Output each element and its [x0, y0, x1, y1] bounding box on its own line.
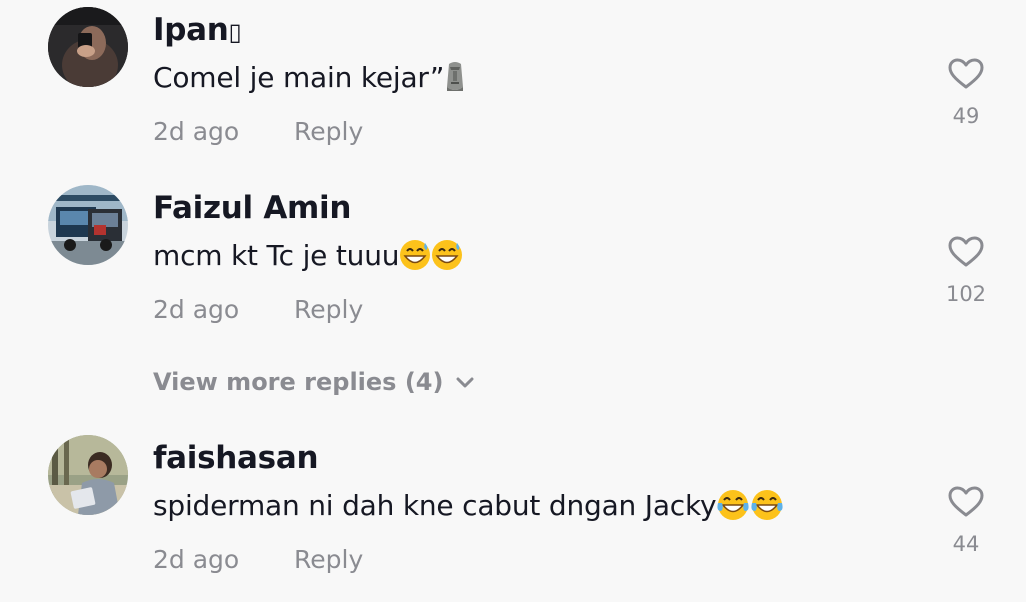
timestamp: 2d ago [153, 545, 240, 574]
reply-button[interactable]: Reply [294, 295, 363, 324]
username[interactable]: Faizul Amin [153, 190, 351, 226]
heart-icon [948, 58, 984, 89]
username-text: Ipan [153, 12, 229, 48]
username[interactable]: faishasan [153, 440, 319, 476]
like-button[interactable]: 102 [936, 236, 996, 306]
like-button[interactable]: 44 [936, 486, 996, 556]
like-count: 102 [945, 282, 987, 306]
reply-button[interactable]: Reply [294, 117, 363, 146]
timestamp: 2d ago [153, 117, 240, 146]
comment-text-content: spiderman ni dah kne cabut dngan Jacky [153, 489, 717, 522]
timestamp: 2d ago [153, 295, 240, 324]
comment-meta: 2d ago Reply [153, 117, 363, 146]
avatar[interactable] [48, 435, 128, 515]
grinning-sweat-emoji [431, 239, 463, 278]
comment-meta: 2d ago Reply [153, 295, 363, 324]
comment-text: spiderman ni dah kne cabut dngan Jacky [153, 489, 784, 528]
tears-of-joy-emoji [716, 489, 750, 528]
comment-text-content: Comel je main kejar” [153, 61, 445, 94]
like-count: 44 [952, 532, 980, 556]
like-count: 49 [952, 104, 980, 128]
avatar[interactable] [48, 185, 128, 265]
heart-icon [948, 236, 984, 267]
tears-of-joy-emoji [750, 489, 784, 528]
comment-text: Comel je main kejar” [153, 61, 466, 100]
username[interactable]: Ipan▯ [153, 12, 242, 48]
comment-text: mcm kt Tc je tuuu [153, 239, 463, 278]
comment-text-content: mcm kt Tc je tuuu [153, 239, 400, 272]
reply-button[interactable]: Reply [294, 545, 363, 574]
grinning-sweat-emoji [399, 239, 431, 278]
moai-emoji [444, 61, 466, 100]
view-more-replies-label: View more replies (4) [153, 368, 444, 396]
heart-icon [948, 486, 984, 517]
chevron-down-icon [456, 377, 474, 388]
like-button[interactable]: 49 [936, 58, 996, 128]
unsupported-glyph: ▯ [228, 18, 242, 46]
comment-meta: 2d ago Reply [153, 545, 363, 574]
avatar[interactable] [48, 7, 128, 87]
view-more-replies-button[interactable]: View more replies (4) [153, 368, 475, 396]
